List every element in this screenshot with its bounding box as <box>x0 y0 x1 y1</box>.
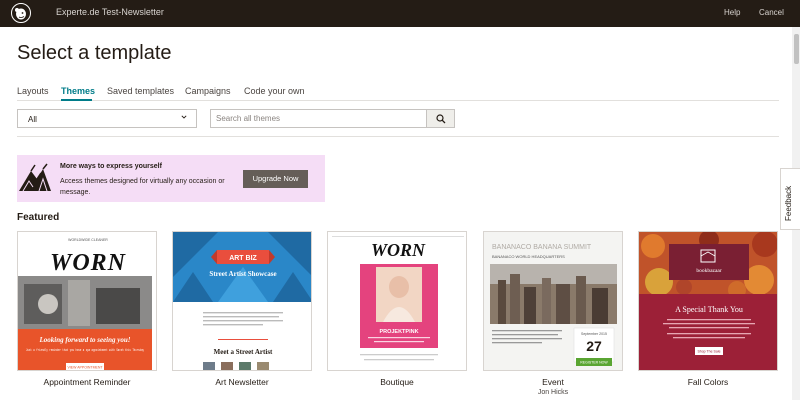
campaign-title: Experte.de Test-Newsletter <box>56 7 164 17</box>
preview-subhead: Meet a Street Artist <box>214 348 273 356</box>
promo-body: Access themes designed for virtually any… <box>60 178 225 196</box>
tab-themes[interactable]: Themes <box>61 86 95 96</box>
preview-subtitle: BANANACO WORLD HEADQUARTERS <box>492 254 565 259</box>
template-preview-appointment-reminder: WORLDWIDE CLEANER WORN Looking forward t… <box>18 232 156 370</box>
preview-button: VIEW APPOINTMENT <box>67 366 103 370</box>
feedback-tab[interactable]: Feedback <box>780 168 800 230</box>
search-icon <box>436 114 446 124</box>
tabs-divider <box>17 100 779 101</box>
page-title: Select a template <box>17 42 172 64</box>
preview-ribbon: ART BIZ <box>229 255 257 262</box>
template-preview-boutique: WORN PROJEKTPINK <box>328 232 466 370</box>
preview-day: 27 <box>586 338 602 354</box>
template-card-art-newsletter[interactable]: ART BIZ Street Artist Showcase Meet a St… <box>172 231 312 371</box>
preview-brand: WORN <box>371 240 426 260</box>
promo-heading: More ways to express yourself <box>60 163 162 170</box>
template-name-fall-colors[interactable]: Fall Colors <box>638 377 778 387</box>
search-input[interactable] <box>210 109 427 128</box>
template-name-boutique[interactable]: Boutique <box>327 377 467 387</box>
template-name-event[interactable]: Event <box>483 377 623 387</box>
top-bar: Experte.de Test-Newsletter Help Cancel <box>0 0 800 27</box>
template-card-fall-colors[interactable]: bookbazaar A Special Thank You Shop The … <box>638 231 778 371</box>
template-author-event: Jon Hicks <box>537 389 569 396</box>
template-name-appointment-reminder[interactable]: Appointment Reminder <box>17 377 157 387</box>
template-card-boutique[interactable]: WORN PROJEKTPINK <box>327 231 467 371</box>
template-name-art-newsletter[interactable]: Art Newsletter <box>172 377 312 387</box>
mailchimp-logo-icon[interactable] <box>11 3 31 23</box>
feedback-label: Feedback <box>784 185 793 221</box>
template-preview-event: BANANACO BANANA SUMMIT BANANACO WORLD HE… <box>484 232 622 370</box>
preview-button: REGISTER NOW <box>580 361 608 365</box>
preview-small-header: WORLDWIDE CLEANER <box>68 238 108 242</box>
template-preview-fall-colors: bookbazaar A Special Thank You Shop The … <box>639 232 777 370</box>
preview-headline: Street Artist Showcase <box>209 270 276 278</box>
preview-month: September 2015 <box>581 332 607 336</box>
cancel-link[interactable]: Cancel <box>759 8 784 17</box>
tab-code-your-own[interactable]: Code your own <box>244 86 305 96</box>
preview-brand: WORN <box>50 250 127 276</box>
filter-divider <box>17 136 779 137</box>
preview-headline: Looking forward to seeing you! <box>38 336 130 344</box>
category-select-value: All <box>28 115 37 124</box>
tab-layouts[interactable]: Layouts <box>17 86 49 96</box>
template-card-appointment-reminder[interactable]: WORLDWIDE CLEANER WORN Looking forward t… <box>17 231 157 371</box>
upgrade-now-button[interactable]: Upgrade Now <box>243 170 308 188</box>
tab-saved-templates[interactable]: Saved templates <box>107 86 174 96</box>
tab-campaigns[interactable]: Campaigns <box>185 86 231 96</box>
search-button[interactable] <box>426 109 455 128</box>
upgrade-promo: More ways to express yourself Access the… <box>17 155 325 202</box>
template-card-event[interactable]: BANANACO BANANA SUMMIT BANANACO WORLD HE… <box>483 231 623 371</box>
chevron-down-icon <box>181 115 187 119</box>
preview-body: Just a friendly reminder that you have a… <box>26 348 144 353</box>
help-link[interactable]: Help <box>724 8 740 17</box>
preview-headline: A Special Thank You <box>675 305 743 314</box>
featured-heading: Featured <box>17 212 60 223</box>
promo-illustration-icon <box>19 163 51 192</box>
category-select[interactable]: All <box>17 109 197 128</box>
preview-logo: bookbazaar <box>696 268 722 274</box>
preview-button: Shop The Sale <box>697 350 720 354</box>
active-tab-indicator <box>61 99 92 101</box>
preview-title: BANANACO BANANA SUMMIT <box>492 244 592 251</box>
scrollbar-thumb[interactable] <box>794 34 799 64</box>
preview-banner: PROJEKTPINK <box>379 329 418 335</box>
template-preview-art-newsletter: ART BIZ Street Artist Showcase Meet a St… <box>173 232 311 370</box>
